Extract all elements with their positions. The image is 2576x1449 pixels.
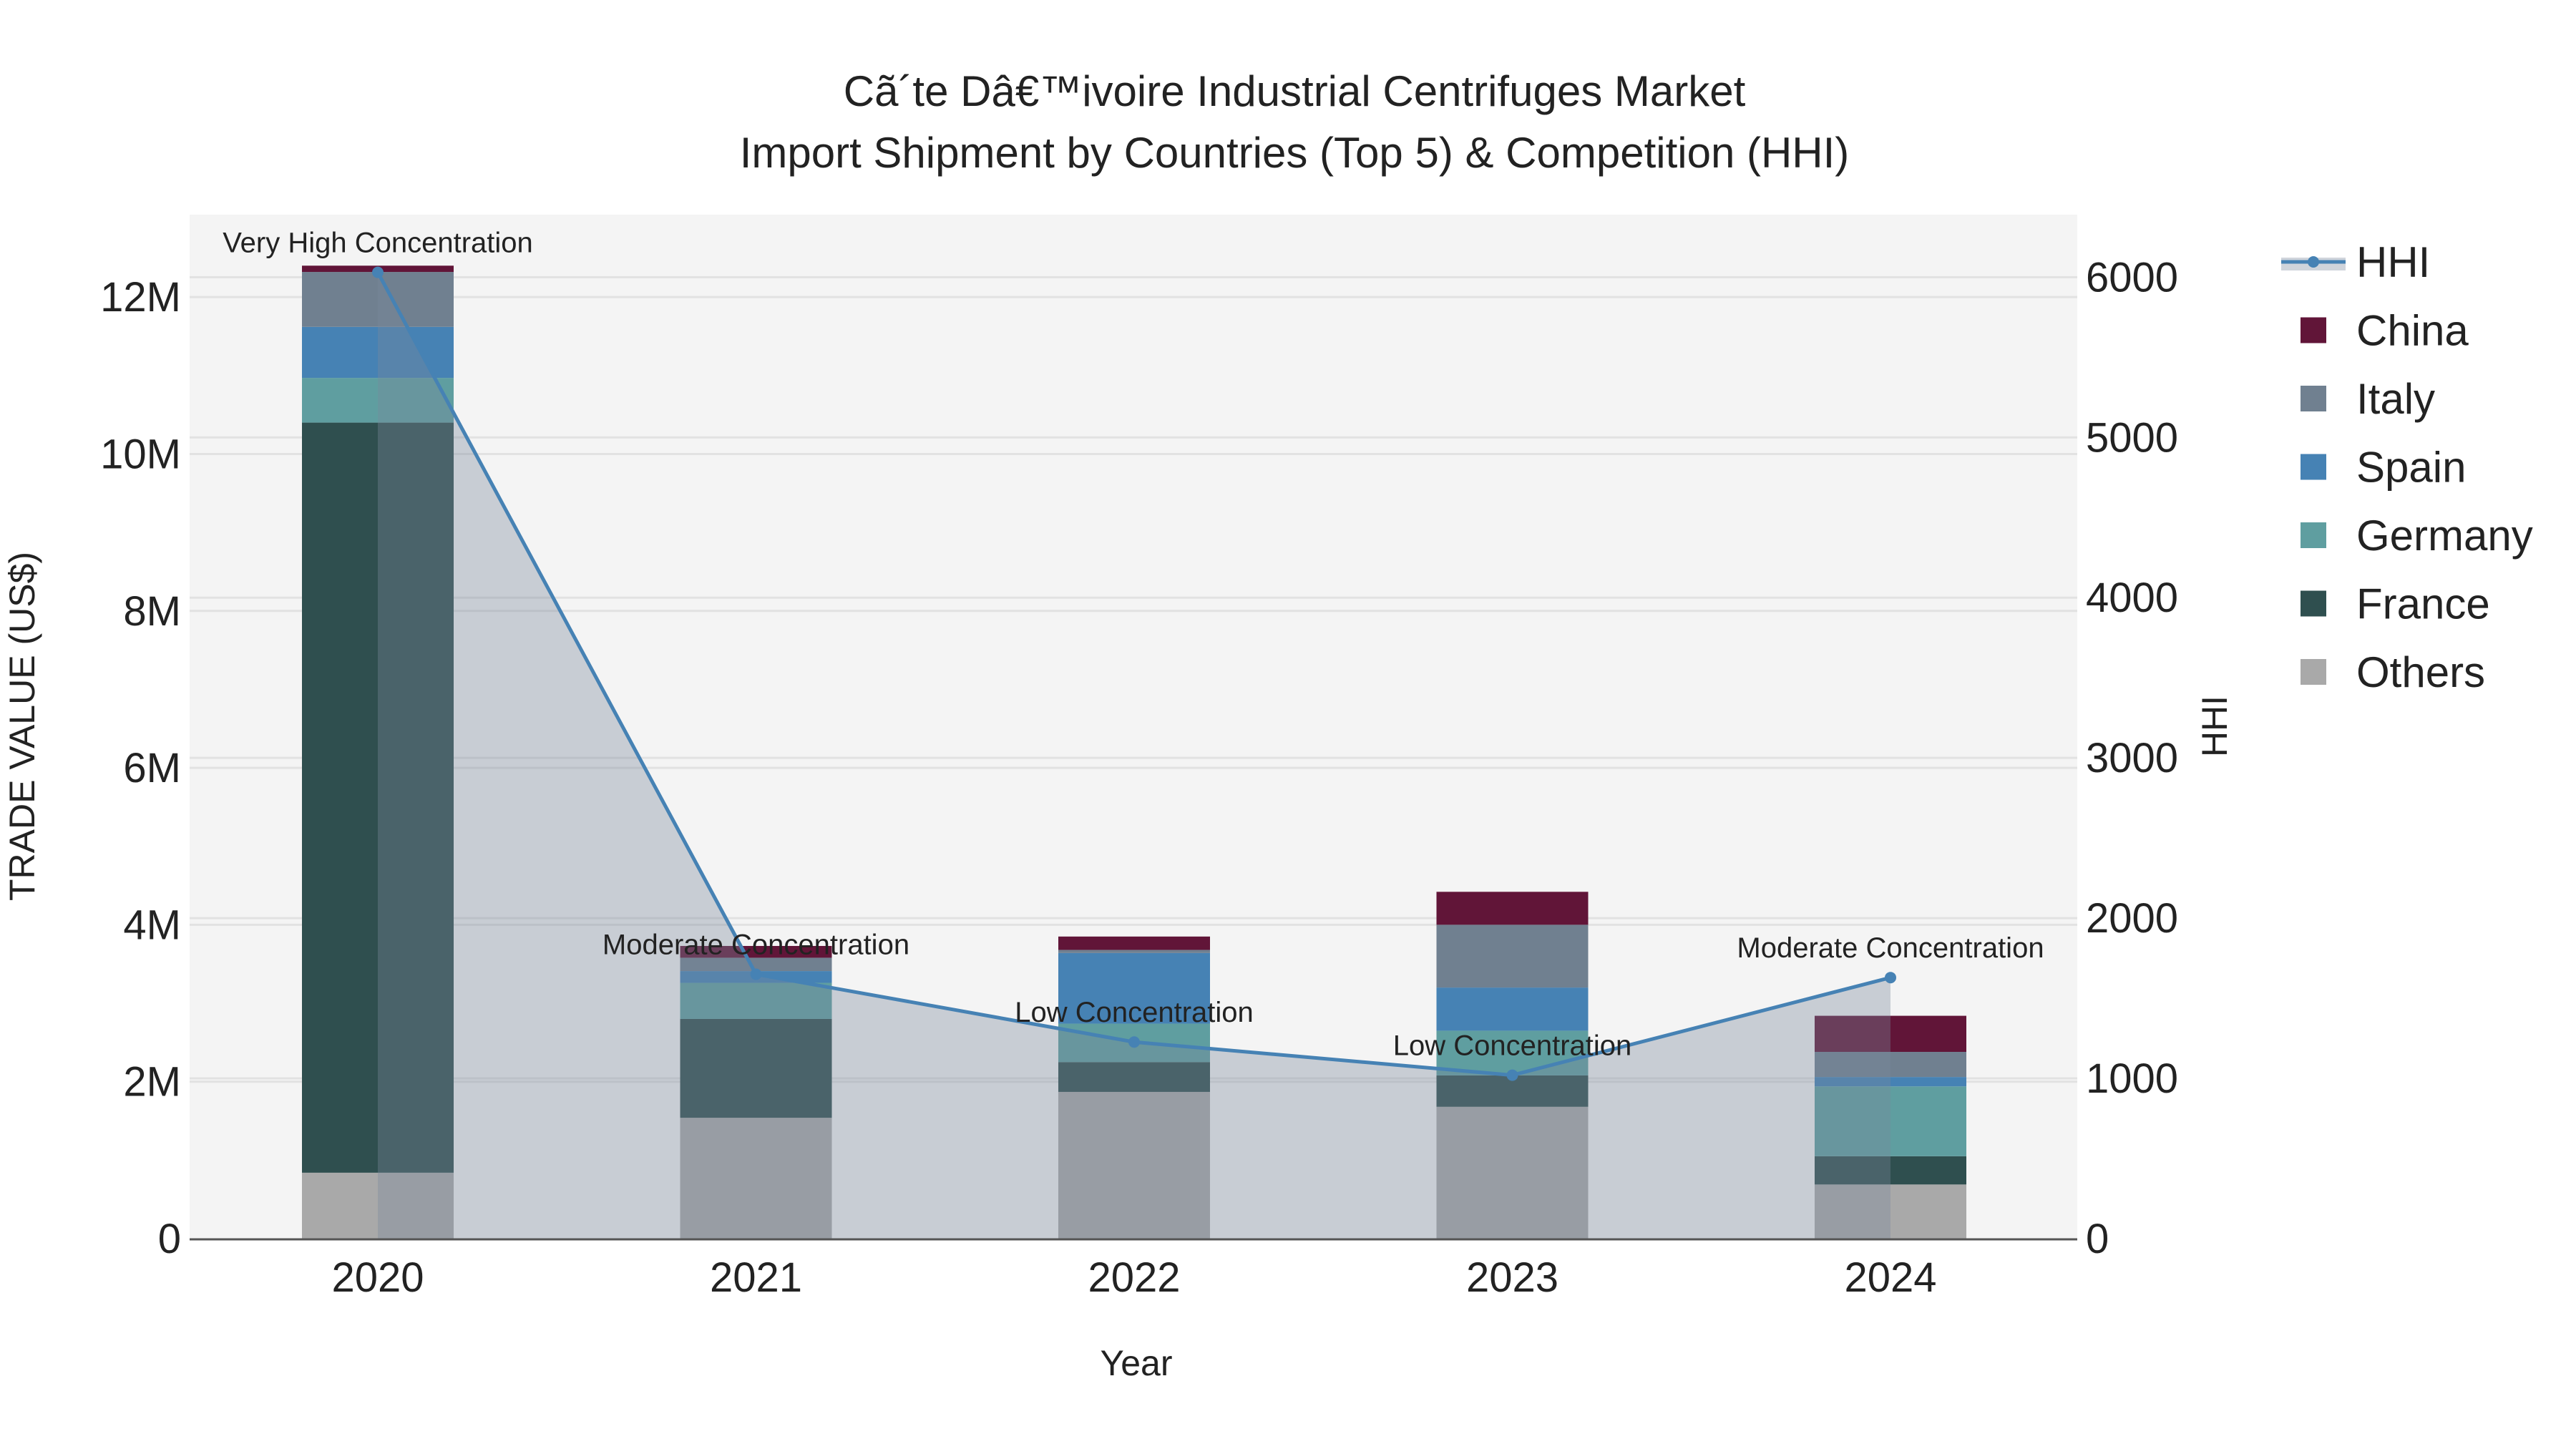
chart: Very High Concentration Moderate Concentr… <box>2 67 2533 1383</box>
y2-tick-label: 3000 <box>2086 735 2178 781</box>
hhi-point-2020 <box>372 266 384 278</box>
x-tick-label: 2020 <box>331 1254 424 1301</box>
y2-tick-label: 1000 <box>2086 1055 2178 1102</box>
hhi-annotation: Moderate Concentration <box>1737 932 2044 964</box>
y-tick-label: 8M <box>123 588 181 635</box>
legend-swatch-china <box>2301 317 2326 343</box>
legend-swatch-germany <box>2301 522 2326 548</box>
legend-label-others: Others <box>2356 648 2485 696</box>
y-tick-label: 4M <box>123 902 181 948</box>
x-tick-label: 2023 <box>1466 1254 1558 1301</box>
hhi-annotation: Very High Concentration <box>223 228 533 259</box>
x-tick-label: 2022 <box>1088 1254 1180 1301</box>
hhi-annotation: Low Concentration <box>1015 997 1254 1028</box>
x-axis-title: Year <box>1100 1343 1172 1383</box>
y-tick-label: 2M <box>123 1059 181 1106</box>
legend-swatch-others <box>2301 659 2326 685</box>
y2-tick-label: 5000 <box>2086 414 2178 461</box>
legend-label-hhi: HHI <box>2356 238 2430 286</box>
legend-hhi-marker-icon <box>2308 256 2319 268</box>
y-tick-label: 6M <box>123 745 181 791</box>
bar-italy-2022 <box>1058 950 1210 953</box>
y2-axis-ticks: 0 1000 2000 3000 4000 5000 6000 <box>2086 254 2178 1262</box>
y2-tick-label: 4000 <box>2086 575 2178 621</box>
legend: HHI China Italy Spain Germany France Others <box>2281 238 2533 696</box>
y-axis-ticks: 0 2M 4M 6M 8M 10M 12M <box>100 274 181 1262</box>
y-tick-label: 0 <box>158 1216 181 1262</box>
legend-label-france: France <box>2356 580 2490 628</box>
hhi-annotation: Low Concentration <box>1393 1030 1632 1062</box>
bar-china-2023 <box>1436 892 1589 925</box>
bar-italy-2023 <box>1436 924 1589 988</box>
y-tick-label: 10M <box>100 431 181 477</box>
y2-tick-label: 2000 <box>2086 895 2178 942</box>
y2-tick-label: 6000 <box>2086 254 2178 301</box>
hhi-point-2021 <box>750 968 762 980</box>
legend-label-germany: Germany <box>2356 512 2533 560</box>
bar-china-2022 <box>1058 936 1210 950</box>
y2-tick-label: 0 <box>2086 1216 2109 1262</box>
legend-swatch-spain <box>2301 454 2326 480</box>
x-axis-ticks: 2020 2021 2022 2023 2024 <box>331 1254 1936 1301</box>
hhi-point-2023 <box>1506 1069 1518 1081</box>
legend-swatch-italy <box>2301 386 2326 411</box>
y-tick-label: 12M <box>100 274 181 321</box>
hhi-point-2022 <box>1128 1036 1140 1048</box>
y2-axis-title: HHI <box>2195 696 2235 757</box>
x-tick-label: 2021 <box>710 1254 802 1301</box>
y-axis-title: TRADE VALUE (US$) <box>2 552 42 901</box>
hhi-point-2024 <box>1885 972 1896 984</box>
legend-label-china: China <box>2356 307 2469 355</box>
legend-label-italy: Italy <box>2356 375 2435 423</box>
bar-spain-2023 <box>1436 987 1589 1031</box>
hhi-annotation: Moderate Concentration <box>602 929 909 960</box>
x-tick-label: 2024 <box>1844 1254 1936 1301</box>
legend-swatch-france <box>2301 590 2326 617</box>
legend-label-spain: Spain <box>2356 444 2466 492</box>
chart-title-line1: Cã´te Dâ€™ivoire Industrial Centrifuges … <box>844 67 1746 115</box>
chart-title-line2: Import Shipment by Countries (Top 5) & C… <box>740 129 1850 177</box>
